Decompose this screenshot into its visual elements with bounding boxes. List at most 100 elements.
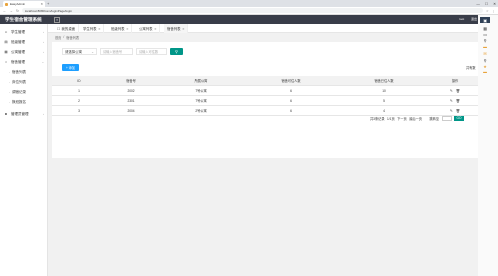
translate-icon[interactable]: ▣ [480, 17, 490, 23]
sidebar-subitem-class-change[interactable]: - 换班报名 [0, 97, 48, 107]
close-window-icon[interactable]: ✕ [493, 2, 496, 6]
app-title: 学生宿舍管理系统 [5, 17, 42, 22]
menu-toggle-icon[interactable]: ≡ [54, 16, 60, 23]
chevron-down-icon: ⌄ [41, 60, 44, 64]
input-placeholder: 请输入宿舍号 [103, 50, 123, 54]
dorm-number-input[interactable]: 请输入宿舍号 [100, 48, 133, 55]
tab-desktop[interactable]: ☐ 我的桌面 [54, 24, 80, 33]
delete-icon[interactable]: 🗑 [456, 106, 460, 116]
sidebar-subitem-label: 床位列表 [12, 79, 26, 84]
sidebar-item-label: 学生管理 [11, 29, 25, 34]
close-icon[interactable]: ✕ [126, 27, 128, 31]
column-header: 操作 [451, 79, 459, 83]
sidebar-subitem-label: 宿舍列表 [12, 69, 26, 74]
sidebar-subitem-dorm-list[interactable]: - 宿舍列表 [0, 67, 48, 77]
app-header [0, 15, 498, 24]
bookmark-star-icon[interactable]: ☆ [486, 9, 489, 13]
table-header: ID 宿舍号 所属公寓 宿舍可住人数 宿舍已住人数 操作 [52, 76, 478, 86]
header-user[interactable]: root [459, 15, 464, 24]
column-header: 宿舍可住人数 [281, 79, 301, 83]
dash-icon: - [9, 70, 10, 74]
sidebar-item-student[interactable]: ☺ 学生管理 › [0, 27, 48, 37]
tab-class-list[interactable]: 班级列表 ✕ [108, 24, 133, 33]
table-row: 3 2004 2号公寓 6 4 ✎ 🗑 [52, 106, 478, 116]
tab-label: 学生列表 [83, 27, 97, 31]
cell-apartment: 7号公寓 [195, 99, 207, 103]
new-tab-icon[interactable]: + [47, 1, 49, 6]
minimize-icon[interactable]: — [476, 2, 480, 6]
cell-id: 2 [78, 99, 80, 103]
sidebar-subitem-label: 调宿记录 [12, 89, 26, 94]
close-icon[interactable]: ✕ [98, 27, 100, 31]
pager-next[interactable]: 下一页 [397, 116, 407, 121]
close-tab-icon[interactable]: ✕ [40, 2, 43, 6]
pager-goto-label: 跳转至 [429, 117, 440, 121]
delete-icon[interactable]: 🗑 [456, 96, 460, 106]
sidebar-item-label: 公寓管理 [11, 49, 25, 54]
tab-label: 宿舍列表 [167, 27, 181, 31]
chevron-down-icon: ⌄ [91, 49, 94, 54]
column-header: 宿舍已住人数 [374, 79, 394, 83]
table-row: 2 2301 7号公寓 6 5 ✎ 🗑 [52, 96, 478, 106]
pager-pages: 1/1页 [387, 117, 395, 121]
edit-icon[interactable]: ✎ [450, 86, 453, 96]
search-button[interactable]: ⚲ [170, 48, 183, 55]
maximize-icon[interactable]: ☐ [485, 2, 488, 6]
close-icon[interactable]: ✕ [154, 27, 156, 31]
chevron-right-icon: › [43, 40, 44, 44]
pin-icon[interactable]: ▬ [480, 69, 490, 75]
capacity-input[interactable]: 请输入可住数 [136, 48, 167, 55]
cell-capacity: 6 [290, 89, 292, 93]
cell-dorm-number: 2002 [127, 89, 135, 93]
logout-link[interactable]: 退出 [471, 15, 477, 24]
input-placeholder: 请输入可住数 [139, 50, 159, 54]
cell-actions: ✎ 🗑 [432, 106, 478, 116]
mail-icon[interactable]: ✉ [480, 50, 490, 56]
close-icon[interactable]: ✕ [182, 27, 184, 31]
pager-goto-input[interactable] [441, 116, 452, 121]
column-header: ID [77, 79, 81, 83]
building-icon: ▦ [4, 50, 8, 54]
apartment-select[interactable]: 请选择公寓 ⌄ [62, 48, 97, 55]
pagination: 共3条记录 1/1页 下一页 最后一页 跳转至 GO [370, 116, 465, 121]
sidebar-item-label: 宿舍管理 [11, 59, 25, 64]
cell-capacity: 6 [290, 109, 292, 113]
edit-icon[interactable]: ✎ [450, 106, 453, 116]
tab-student-list[interactable]: 学生列表 ✕ [80, 24, 105, 33]
delete-icon[interactable]: 🗑 [456, 86, 460, 96]
search-icon[interactable]: ⚲ [480, 37, 490, 43]
breadcrumb: 首页 / 宿舍列表 [55, 35, 79, 40]
browser-tab-title: EasyAdmin [10, 2, 26, 6]
sidebar-item-admin[interactable]: ☻ 管理员管理 › [0, 109, 48, 119]
breadcrumb-home[interactable]: 首页 [55, 35, 61, 40]
back-icon[interactable]: ← [3, 9, 7, 13]
sidebar-subitem-bed-list[interactable]: - 床位列表 [0, 77, 48, 87]
add-button[interactable]: + 添加 [62, 64, 79, 71]
tab-dorm-list[interactable]: 宿舍列表 ✕ [164, 24, 189, 33]
cell-capacity: 6 [290, 99, 292, 103]
address-bar: ← → ↻ localhost:8080/ssm/loginPage/login… [0, 7, 498, 15]
sidebar-subitem-transfer-log[interactable]: - 调宿记录 [0, 87, 48, 97]
tab-label: 公寓列表 [139, 27, 153, 31]
cell-id: 3 [78, 109, 80, 113]
total-count: 共有数 [466, 66, 476, 70]
forward-icon[interactable]: → [10, 9, 14, 13]
select-value: 请选择公寓 [65, 50, 82, 54]
cell-dorm-number: 2301 [127, 99, 135, 103]
pager-last[interactable]: 最后一页 [409, 116, 422, 121]
reload-icon[interactable]: ↻ [16, 9, 19, 13]
edit-icon[interactable]: ✎ [450, 96, 453, 106]
sidebar-item-dorm[interactable]: ⌂ 宿舍管理 ⌄ [0, 57, 48, 67]
pager-go-button[interactable]: GO [454, 116, 465, 121]
url-field[interactable]: localhost:8080/ssm/loginPage/login [21, 7, 483, 14]
sidebar-item-class[interactable]: ▤ 班级管理 › [0, 37, 48, 47]
browser-menu-icon[interactable]: ⋮ [492, 9, 495, 13]
tab-apartment-list[interactable]: 公寓列表 ✕ [136, 24, 161, 33]
class-icon: ▤ [4, 40, 8, 44]
sidebar-subitem-label: 换班报名 [12, 99, 26, 104]
dash-icon: - [9, 80, 10, 84]
sidebar-item-label: 管理员管理 [11, 111, 29, 116]
sidebar-item-apartment[interactable]: ▦ 公寓管理 › [0, 47, 48, 57]
home-icon: ☐ [57, 26, 61, 31]
breadcrumb-current: 宿舍列表 [66, 36, 80, 40]
